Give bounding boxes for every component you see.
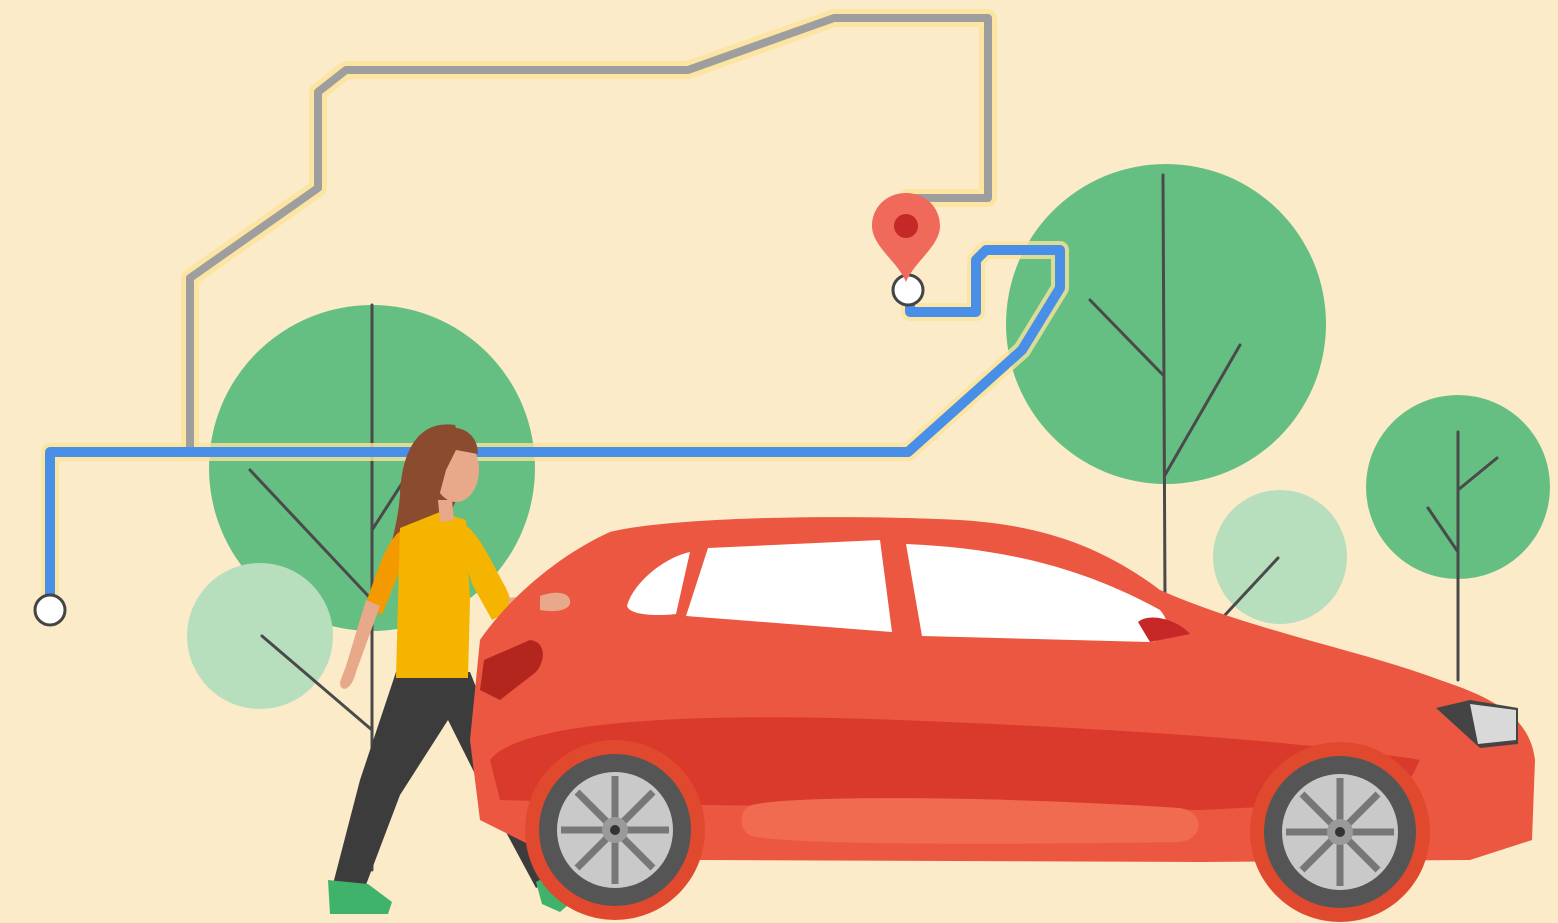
location-pin-icon <box>872 193 940 282</box>
car-head-light-lens <box>1470 704 1516 744</box>
woman-hand <box>540 592 571 612</box>
illustration-canvas <box>33 9 1550 922</box>
car-wheel-front <box>1250 742 1430 922</box>
car-side-stripe <box>741 798 1199 844</box>
route-start-node <box>33 593 67 627</box>
red-car <box>470 517 1535 922</box>
car-window-middle <box>686 540 892 632</box>
tree-small-light-right <box>1213 490 1347 624</box>
tree-far-right <box>1366 395 1550 682</box>
car-wheel-rear <box>525 740 705 920</box>
route-end-node <box>891 273 925 307</box>
